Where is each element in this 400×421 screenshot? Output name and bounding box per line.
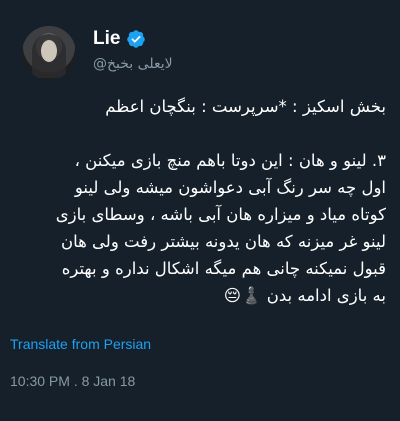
verified-badge-icon [127, 30, 146, 48]
translate-link[interactable]: Translate from Persian [10, 336, 151, 352]
display-name[interactable]: Lie [93, 28, 120, 50]
avatar-face [41, 40, 57, 62]
display-name-row[interactable]: Lie [93, 28, 146, 50]
tweet-timestamp[interactable]: 10:30 PM . 8 Jan 18 [10, 373, 135, 389]
avatar[interactable] [22, 26, 76, 80]
tweet-text: بخش اسکیز : *سرپرست : بنگچان اعظم ۳. لین… [55, 97, 386, 305]
tweet-card: Lie @لایعلی بخبخ بخش اسکیز : *سرپرست : ب… [0, 0, 400, 421]
user-handle[interactable]: @لایعلی بخبخ [93, 56, 173, 72]
